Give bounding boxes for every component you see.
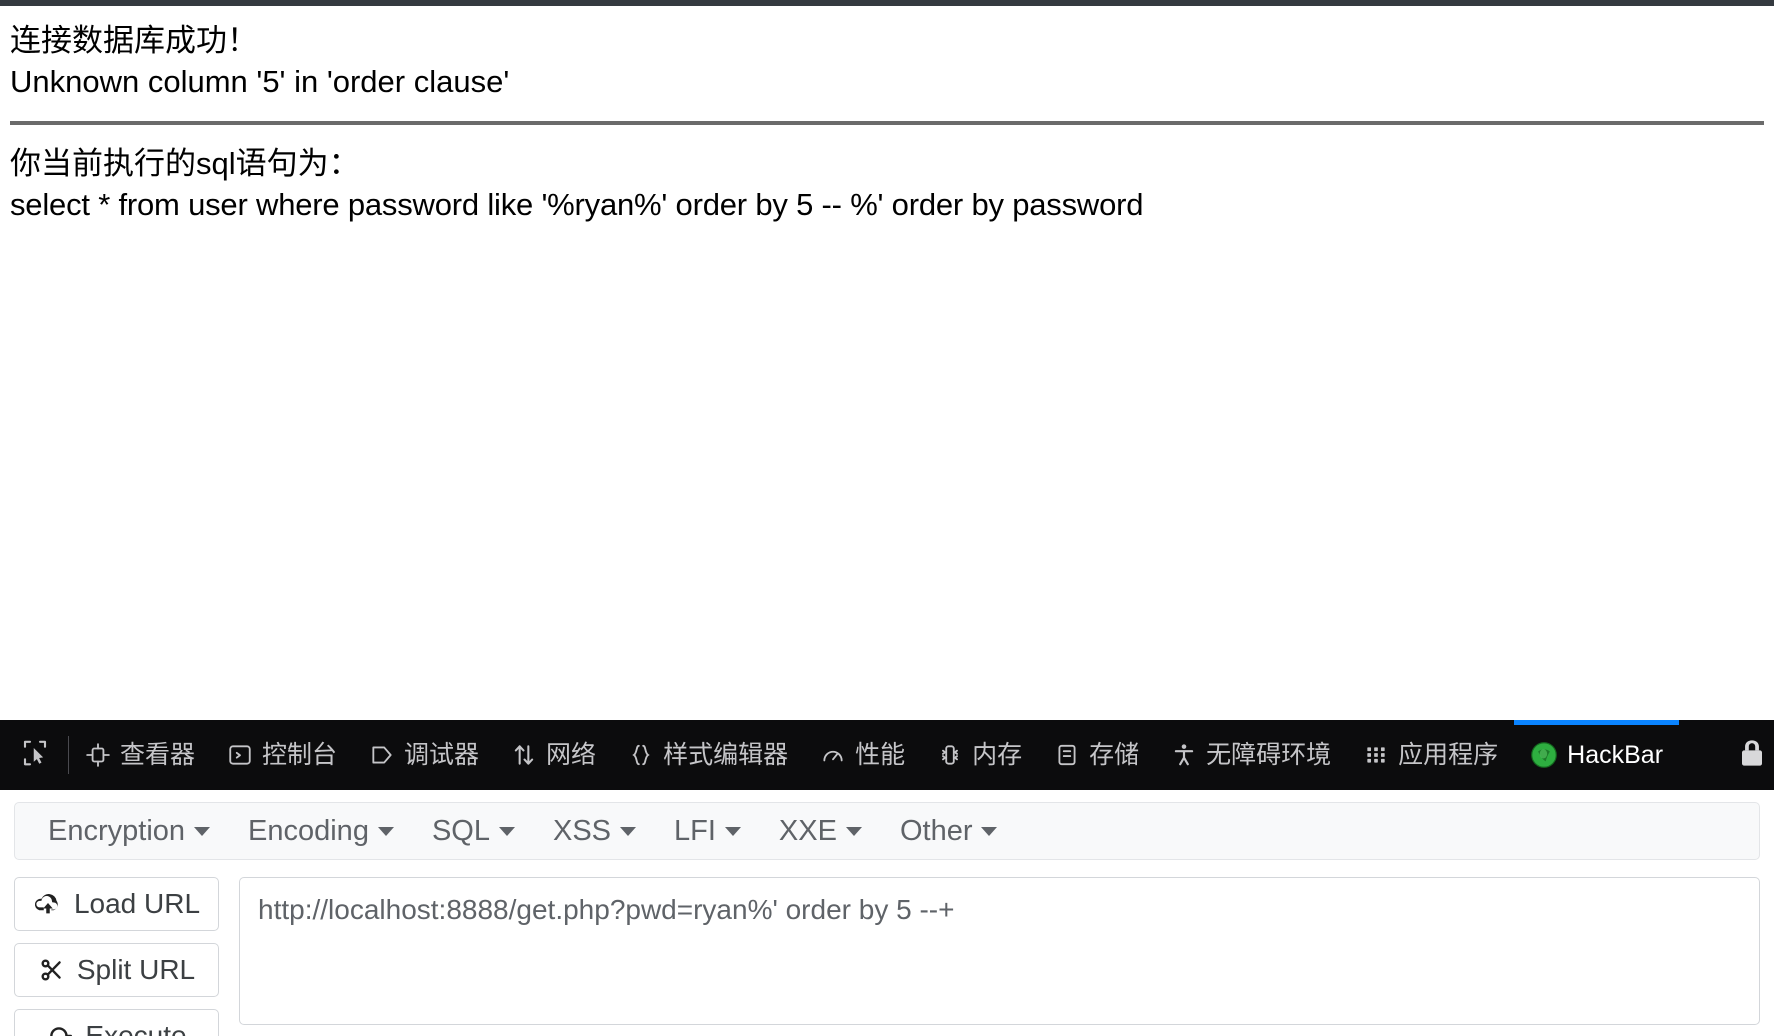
network-icon xyxy=(511,742,537,768)
accessibility-icon xyxy=(1171,742,1197,768)
scissors-icon xyxy=(38,957,66,983)
menu-encryption[interactable]: Encryption xyxy=(29,815,229,848)
style-editor-icon xyxy=(628,742,654,768)
hackbar-logo-icon xyxy=(1530,741,1558,769)
menu-xss-label: XSS xyxy=(552,814,612,847)
tab-style-editor-label: 样式编辑器 xyxy=(663,740,789,769)
tab-hackbar-label: HackBar xyxy=(1567,740,1664,769)
url-input[interactable] xyxy=(239,877,1760,1025)
application-icon xyxy=(1363,742,1389,768)
chevron-down-icon xyxy=(194,826,211,836)
devtools-tab-list: 查看器 控制台 调试器 网络 样式编辑器 性能 内存 存储 无障碍环境 应用程序… xyxy=(69,720,1722,790)
chevron-down-icon xyxy=(845,826,862,836)
hackbar-menubar: Encryption Encoding SQL XSS LFI XXE Othe… xyxy=(14,802,1760,860)
menu-lfi[interactable]: LFI xyxy=(655,815,760,848)
chevron-down-icon xyxy=(981,826,998,836)
tab-memory-label: 内存 xyxy=(972,740,1023,769)
hackbar-panel: Encryption Encoding SQL XSS LFI XXE Othe… xyxy=(0,790,1774,1036)
execute-icon xyxy=(46,1023,74,1036)
menu-xss[interactable]: XSS xyxy=(534,815,655,848)
tab-storage[interactable]: 存储 xyxy=(1038,720,1155,790)
tab-inspector-label: 查看器 xyxy=(120,740,196,769)
menu-encryption-label: Encryption xyxy=(48,814,186,847)
chevron-down-icon xyxy=(498,826,515,836)
tab-accessibility-label: 无障碍环境 xyxy=(1206,740,1332,769)
sql-label: 你当前执行的sql语句为： xyxy=(10,146,360,181)
execute-label: Execute xyxy=(85,1020,187,1036)
tab-network-label: 网络 xyxy=(546,740,597,769)
menu-xxe[interactable]: XXE xyxy=(760,815,881,848)
menu-sql[interactable]: SQL xyxy=(413,815,534,848)
tab-console[interactable]: 控制台 xyxy=(211,720,353,790)
db-connect-message: 连接数据库成功！ xyxy=(10,23,258,58)
inspector-icon xyxy=(85,742,111,768)
tab-inspector[interactable]: 查看器 xyxy=(69,720,211,790)
menu-lfi-label: LFI xyxy=(674,814,716,847)
split-url-button[interactable]: Split URL xyxy=(14,943,219,997)
element-picker-button[interactable] xyxy=(0,720,68,790)
devtools-toolbar: 查看器 控制台 调试器 网络 样式编辑器 性能 内存 存储 无障碍环境 应用程序… xyxy=(0,720,1774,790)
load-url-button[interactable]: Load URL xyxy=(14,877,219,931)
page-content: 连接数据库成功！ Unknown column '5' in 'order cl… xyxy=(0,6,1774,814)
url-input-wrapper xyxy=(239,877,1760,1036)
hackbar-body: Load URL Split URL Execute http://localh… xyxy=(14,877,1760,1036)
menu-xxe-label: XXE xyxy=(778,814,837,847)
tab-console-label: 控制台 xyxy=(262,740,338,769)
tab-hackbar[interactable]: HackBar xyxy=(1514,720,1679,790)
tab-debugger[interactable]: 调试器 xyxy=(353,720,495,790)
chevron-down-icon xyxy=(620,826,637,836)
hackbar-button-column: Load URL Split URL Execute xyxy=(14,877,219,1036)
tab-network[interactable]: 网络 xyxy=(495,720,612,790)
menu-encoding[interactable]: Encoding xyxy=(229,815,413,848)
console-icon xyxy=(227,742,253,768)
menu-encoding-label: Encoding xyxy=(248,814,369,847)
devtools-overflow-area[interactable] xyxy=(1722,720,1774,790)
tab-accessibility[interactable]: 无障碍环境 xyxy=(1155,720,1347,790)
debugger-icon xyxy=(369,742,395,768)
element-picker-icon xyxy=(20,738,50,773)
load-url-label: Load URL xyxy=(73,888,201,919)
tab-application[interactable]: 应用程序 xyxy=(1347,720,1514,790)
split-url-label: Split URL xyxy=(76,954,196,985)
execute-button[interactable]: Execute xyxy=(14,1009,219,1036)
menu-other-label: Other xyxy=(899,814,973,847)
tab-application-label: 应用程序 xyxy=(1398,740,1499,769)
sql-error-message: Unknown column '5' in 'order clause' xyxy=(10,64,510,99)
tab-style-editor[interactable]: 样式编辑器 xyxy=(612,720,804,790)
tab-performance[interactable]: 性能 xyxy=(804,720,921,790)
menu-other[interactable]: Other xyxy=(881,815,1017,848)
chevron-down-icon xyxy=(377,826,394,836)
tab-debugger-label: 调试器 xyxy=(404,740,480,769)
sql-statement: select * from user where password like '… xyxy=(10,187,1144,222)
lock-icon xyxy=(1736,736,1768,775)
storage-icon xyxy=(1054,742,1080,768)
tab-memory[interactable]: 内存 xyxy=(921,720,1038,790)
tab-storage-label: 存储 xyxy=(1089,740,1140,769)
performance-icon xyxy=(820,742,846,768)
cloud-download-icon xyxy=(33,891,63,917)
memory-icon xyxy=(937,742,963,768)
tab-performance-label: 性能 xyxy=(855,740,906,769)
horizontal-rule xyxy=(10,121,1764,125)
menu-sql-label: SQL xyxy=(431,814,490,847)
chevron-down-icon xyxy=(724,826,741,836)
